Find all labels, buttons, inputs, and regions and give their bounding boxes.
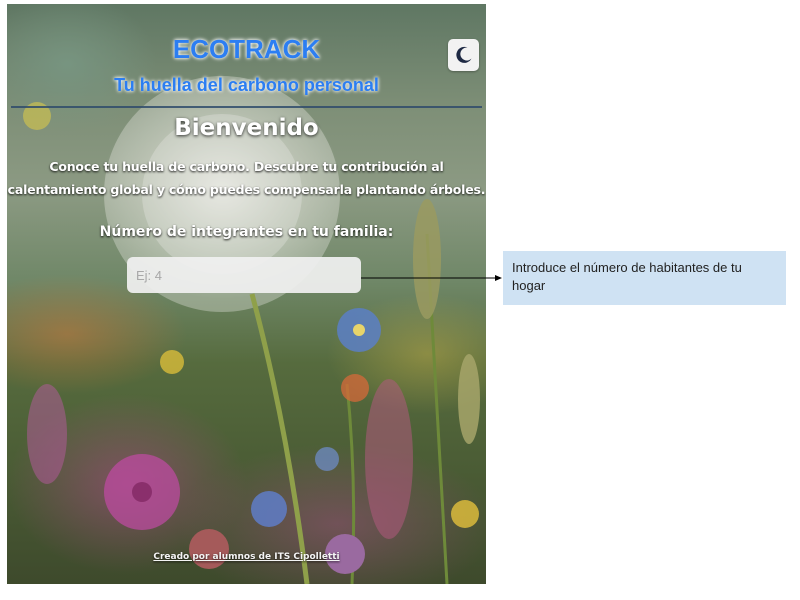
family-members-label: Número de integrantes en tu familia: <box>99 224 394 240</box>
annotation-callout: Introduce el número de habitantes de tu … <box>503 251 786 305</box>
app-subtitle: Tu huella del carbono personal <box>114 75 379 95</box>
moon-icon <box>455 46 471 63</box>
theme-toggle-button[interactable] <box>448 39 479 71</box>
app-screen: ECOTRACK Tu huella del carbono personal … <box>7 4 486 584</box>
family-members-input[interactable] <box>127 257 361 293</box>
intro-text: Conoce tu huella de carbono. Descubre tu… <box>7 159 486 197</box>
header-divider <box>11 106 482 108</box>
welcome-heading: Bienvenido <box>174 115 319 141</box>
footer-credit-link[interactable]: Creado por alumnos de ITS Cipolletti <box>7 552 486 562</box>
app-title: ECOTRACK <box>172 34 321 64</box>
